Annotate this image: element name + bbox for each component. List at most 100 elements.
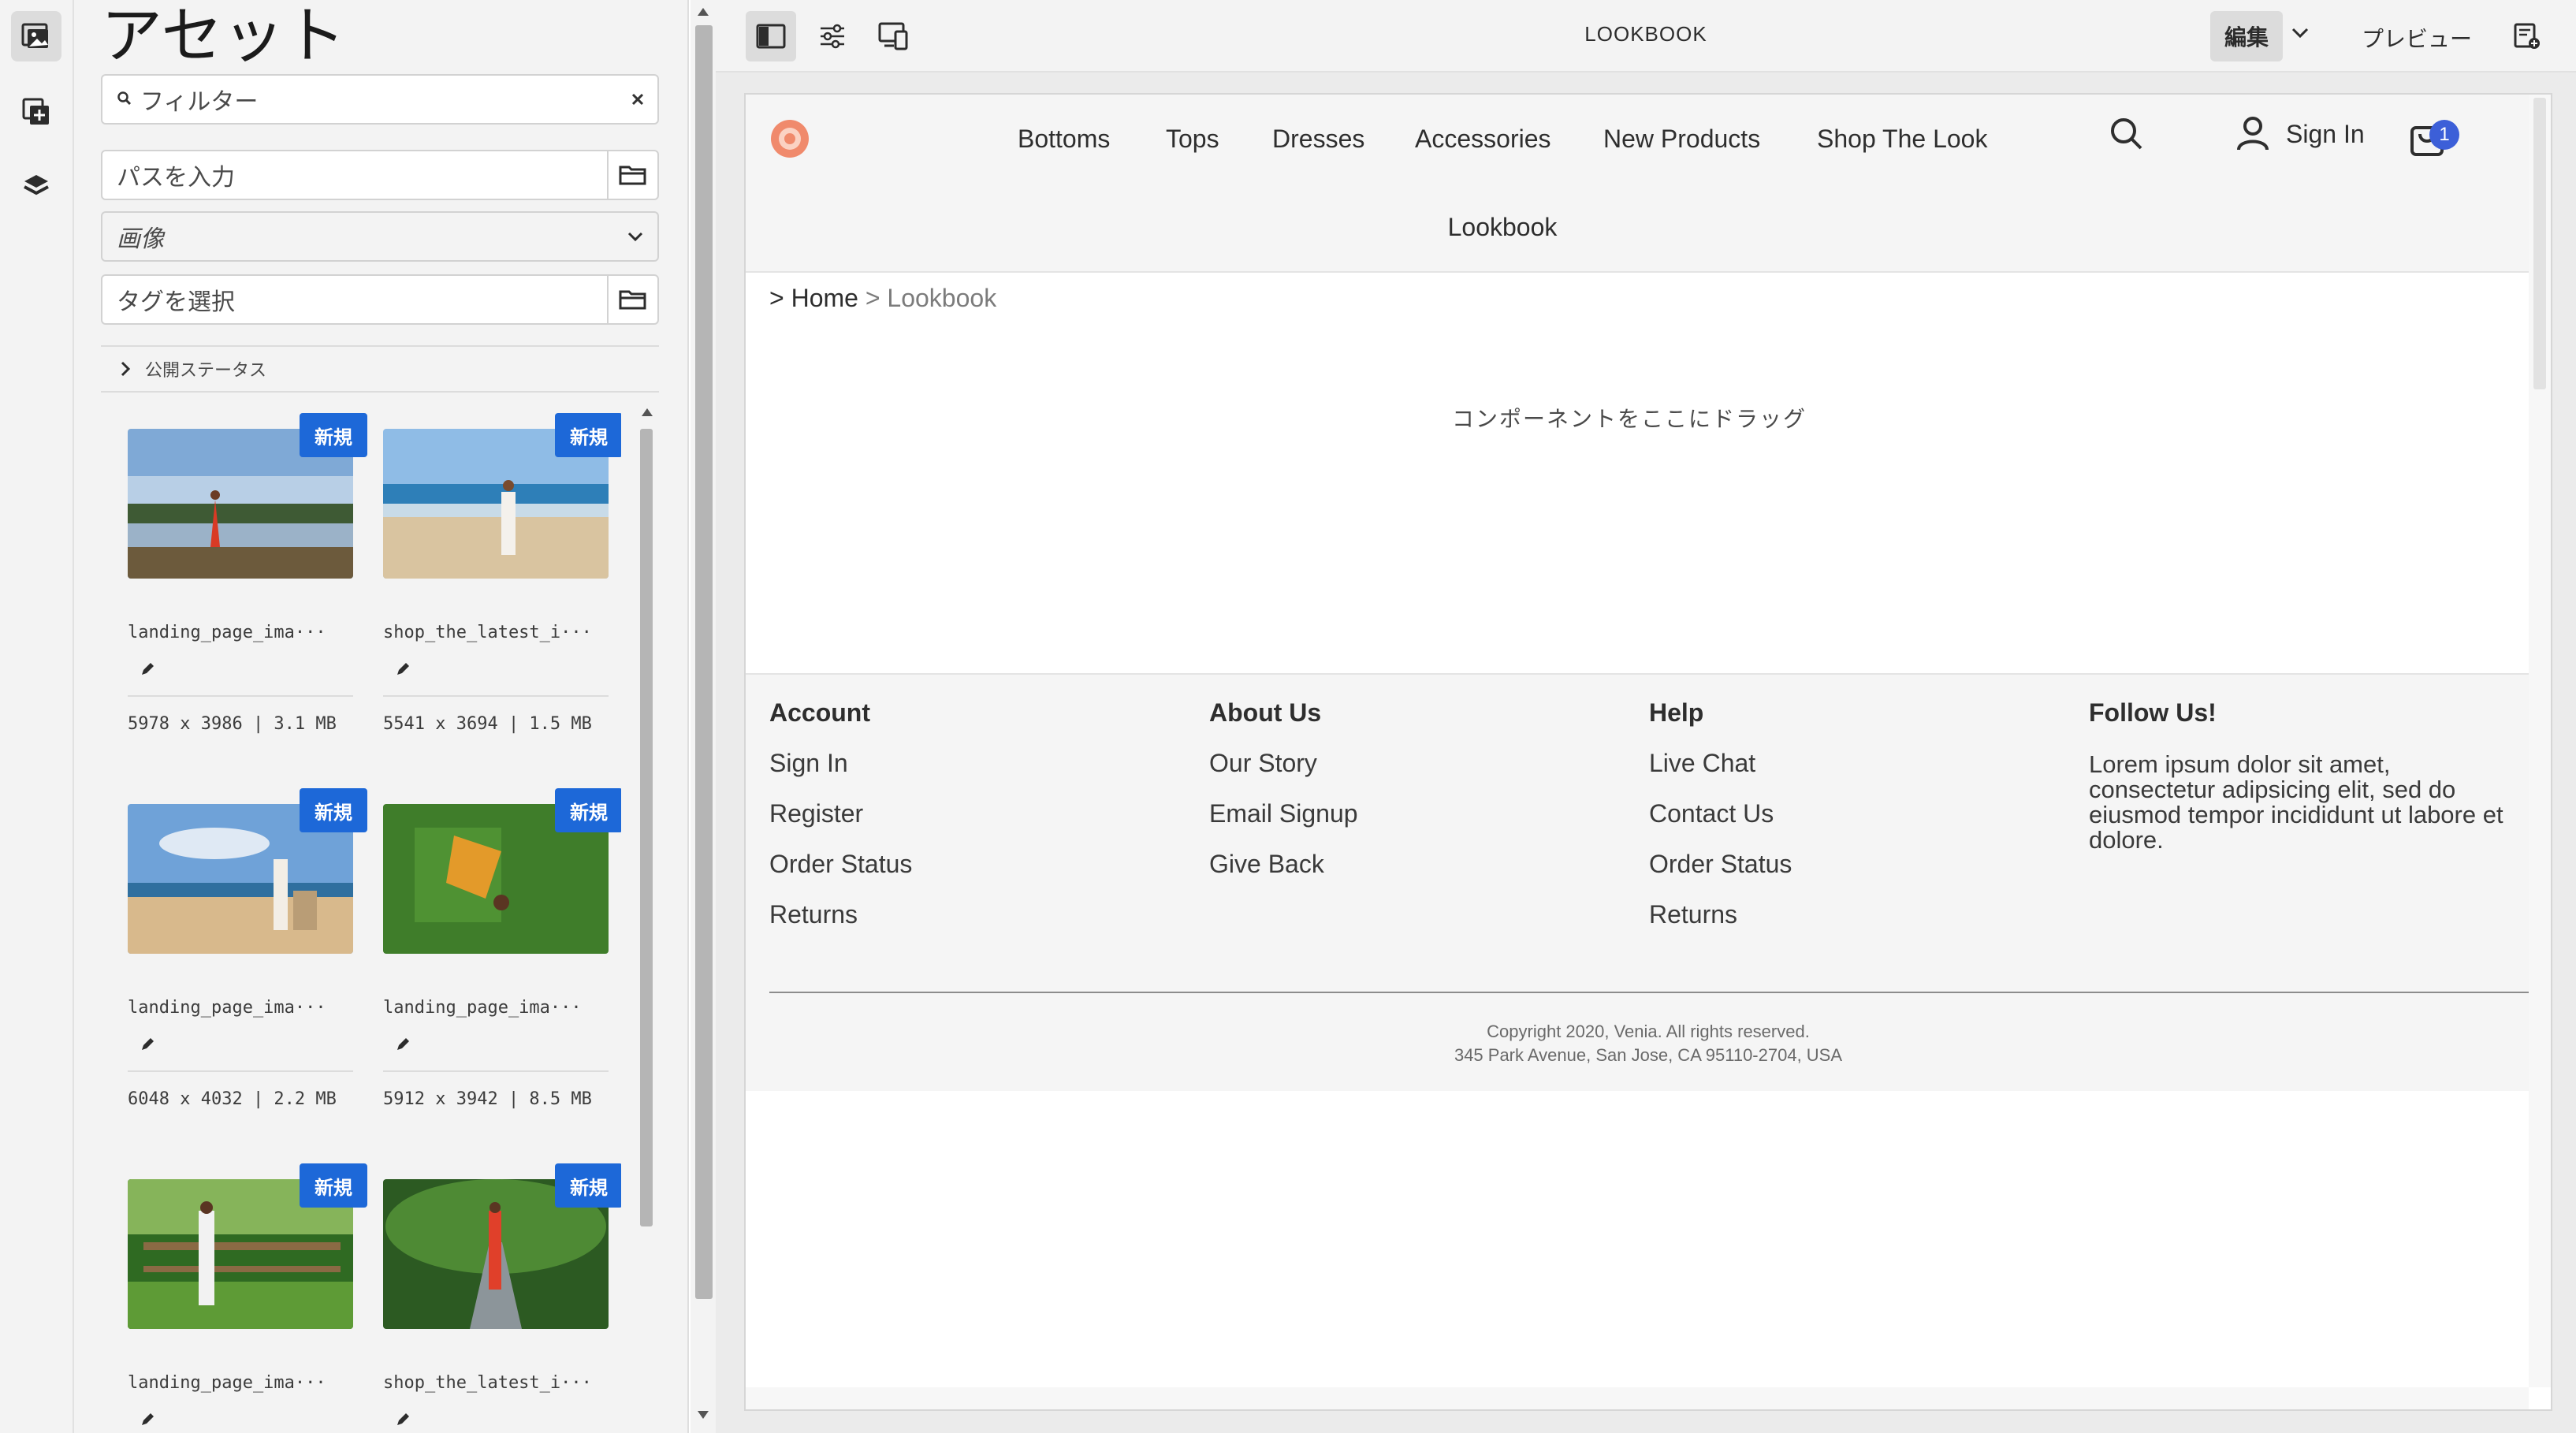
folder-icon[interactable] <box>607 276 657 323</box>
footer-follow-title: Follow Us! <box>2089 698 2217 727</box>
pencil-icon[interactable] <box>139 661 156 682</box>
pencil-icon[interactable] <box>394 661 411 682</box>
pencil-icon[interactable] <box>394 1411 411 1432</box>
pencil-icon[interactable] <box>139 1036 156 1057</box>
search-icon <box>102 86 132 113</box>
nav-tops[interactable]: Tops <box>1166 125 1219 154</box>
account-icon[interactable] <box>2235 115 2270 157</box>
footer-link[interactable]: Order Status <box>769 850 912 879</box>
venia-logo[interactable] <box>769 118 810 163</box>
asset-card[interactable]: 新規 landing_page_ima··· 5912 x 3942 | 8.5… <box>383 788 621 1135</box>
filter-input[interactable]: フィルター <box>132 82 618 117</box>
editor-toolbar: LOOKBOOK 編集 プレビュー <box>716 0 2576 73</box>
frame-horizontal-scrollbar[interactable] <box>746 1387 2529 1409</box>
new-badge: 新規 <box>300 788 367 832</box>
footer-link[interactable]: Register <box>769 799 863 828</box>
filter-field[interactable]: フィルター <box>101 74 659 125</box>
footer-link[interactable]: Order Status <box>1649 850 1792 879</box>
preview-button[interactable]: プレビュー <box>2362 22 2472 54</box>
breadcrumb-home[interactable]: Home <box>791 284 858 312</box>
scroll-down-icon[interactable] <box>698 1411 709 1419</box>
clear-icon[interactable] <box>618 92 657 106</box>
footer-follow-text: Lorem ipsum dolor sit amet, consectetur … <box>2089 750 2503 854</box>
asset-card[interactable]: 新規 shop_the_latest_i··· 5541 x 3694 | 1.… <box>383 413 621 760</box>
footer-link[interactable]: Live Chat <box>1649 749 1755 778</box>
footer-link[interactable]: Our Story <box>1209 749 1317 778</box>
asset-meta: 5912 x 3942 | 8.5 MB <box>383 1089 592 1109</box>
page-info-icon[interactable] <box>2513 22 2541 54</box>
cart-icon[interactable]: 1 <box>2409 112 2459 159</box>
footer-link[interactable]: Give Back <box>1209 850 1324 879</box>
asset-type-select[interactable]: 画像 <box>101 211 659 262</box>
assets-icon[interactable] <box>11 11 61 61</box>
asset-name: shop_the_latest_i··· <box>383 623 592 642</box>
side-rail <box>0 0 74 1433</box>
footer-link[interactable]: Sign In <box>769 749 848 778</box>
breadcrumb-separator: > <box>769 284 791 312</box>
asset-meta: 6048 x 4032 | 2.2 MB <box>128 1089 337 1109</box>
asset-card[interactable]: 新規 landing_page_ima··· <box>128 1163 367 1432</box>
assets-scrollbar[interactable] <box>635 402 657 1433</box>
asset-name: landing_page_ima··· <box>128 1373 326 1393</box>
nav-accessories[interactable]: Accessories <box>1415 125 1551 154</box>
asset-name: shop_the_latest_i··· <box>383 1373 592 1393</box>
scroll-up-icon[interactable] <box>642 408 653 416</box>
nav-bottoms[interactable]: Bottoms <box>1018 125 1110 154</box>
new-badge: 新規 <box>555 1163 621 1208</box>
publish-status-label: 公開ステータス <box>145 360 267 380</box>
search-icon[interactable] <box>2108 115 2146 157</box>
card-divider <box>383 695 609 697</box>
sign-in-link[interactable]: Sign In <box>2286 120 2365 149</box>
assets-panel: アセット フィルター パスを入力 画像 タグを選択 公開ステータス 新規 lan… <box>74 0 689 1433</box>
chevron-down-icon <box>613 231 657 242</box>
pencil-icon[interactable] <box>139 1411 156 1432</box>
breadcrumb-current: > Lookbook <box>865 284 997 312</box>
component-drop-zone[interactable]: コンポーネントをここにドラッグ <box>746 402 2513 434</box>
asset-name: landing_page_ima··· <box>128 623 326 642</box>
tags-field[interactable]: タグを選択 <box>101 274 659 325</box>
footer-help-title: Help <box>1649 698 1704 727</box>
breadcrumb: > Home > Lookbook <box>769 284 996 313</box>
site-header <box>746 95 2551 273</box>
new-badge: 新規 <box>555 413 621 457</box>
nav-dresses[interactable]: Dresses <box>1272 125 1364 154</box>
footer-account-title: Account <box>769 698 870 727</box>
footer-link[interactable]: Email Signup <box>1209 799 1358 828</box>
assets-title: アセット <box>101 1 346 70</box>
nav-new-products[interactable]: New Products <box>1603 125 1760 154</box>
components-icon[interactable] <box>11 87 61 137</box>
footer-link[interactable]: Contact Us <box>1649 799 1774 828</box>
pencil-icon[interactable] <box>394 1036 411 1057</box>
new-badge: 新規 <box>555 788 621 832</box>
cart-count-badge: 1 <box>2429 120 2459 150</box>
nav-shop-the-look[interactable]: Shop The Look <box>1817 125 1987 154</box>
card-divider <box>383 1070 609 1072</box>
chevron-down-icon[interactable] <box>2291 27 2310 43</box>
asset-name: landing_page_ima··· <box>128 998 326 1018</box>
publish-status-toggle[interactable]: 公開ステータス <box>101 345 659 393</box>
scroll-thumb[interactable] <box>695 25 713 1299</box>
scroll-up-icon[interactable] <box>698 8 709 16</box>
scroll-thumb[interactable] <box>640 429 653 1226</box>
footer-link[interactable]: Returns <box>769 900 858 929</box>
asset-card[interactable]: 新規 shop_the_latest_i··· <box>383 1163 621 1432</box>
folder-icon[interactable] <box>607 151 657 199</box>
footer-divider <box>769 992 2551 993</box>
scroll-thumb[interactable] <box>2533 98 2546 389</box>
asset-card[interactable]: 新規 landing_page_ima··· 6048 x 4032 | 2.2… <box>128 788 367 1135</box>
asset-grid: 新規 landing_page_ima··· 5978 x 3986 | 3.1… <box>101 400 621 1433</box>
asset-card[interactable]: 新規 landing_page_ima··· 5978 x 3986 | 3.1… <box>128 413 367 760</box>
page-heading: Lookbook <box>1447 213 1558 241</box>
footer-link[interactable]: Returns <box>1649 900 1737 929</box>
path-input[interactable]: パスを入力 <box>102 158 607 192</box>
path-field[interactable]: パスを入力 <box>101 150 659 200</box>
edit-mode-button[interactable]: 編集 <box>2210 11 2284 61</box>
asset-meta: 5978 x 3986 | 3.1 MB <box>128 714 337 734</box>
layers-icon[interactable] <box>11 161 61 211</box>
tags-input[interactable]: タグを選択 <box>102 282 607 317</box>
copyright-text: Copyright 2020, Venia. All rights reserv… <box>1487 1022 1810 1041</box>
frame-vertical-scrollbar[interactable] <box>2529 95 2551 1387</box>
chevron-right-icon <box>101 360 145 378</box>
outer-scrollbar[interactable] <box>691 0 716 1433</box>
footer-about-title: About Us <box>1209 698 1322 727</box>
